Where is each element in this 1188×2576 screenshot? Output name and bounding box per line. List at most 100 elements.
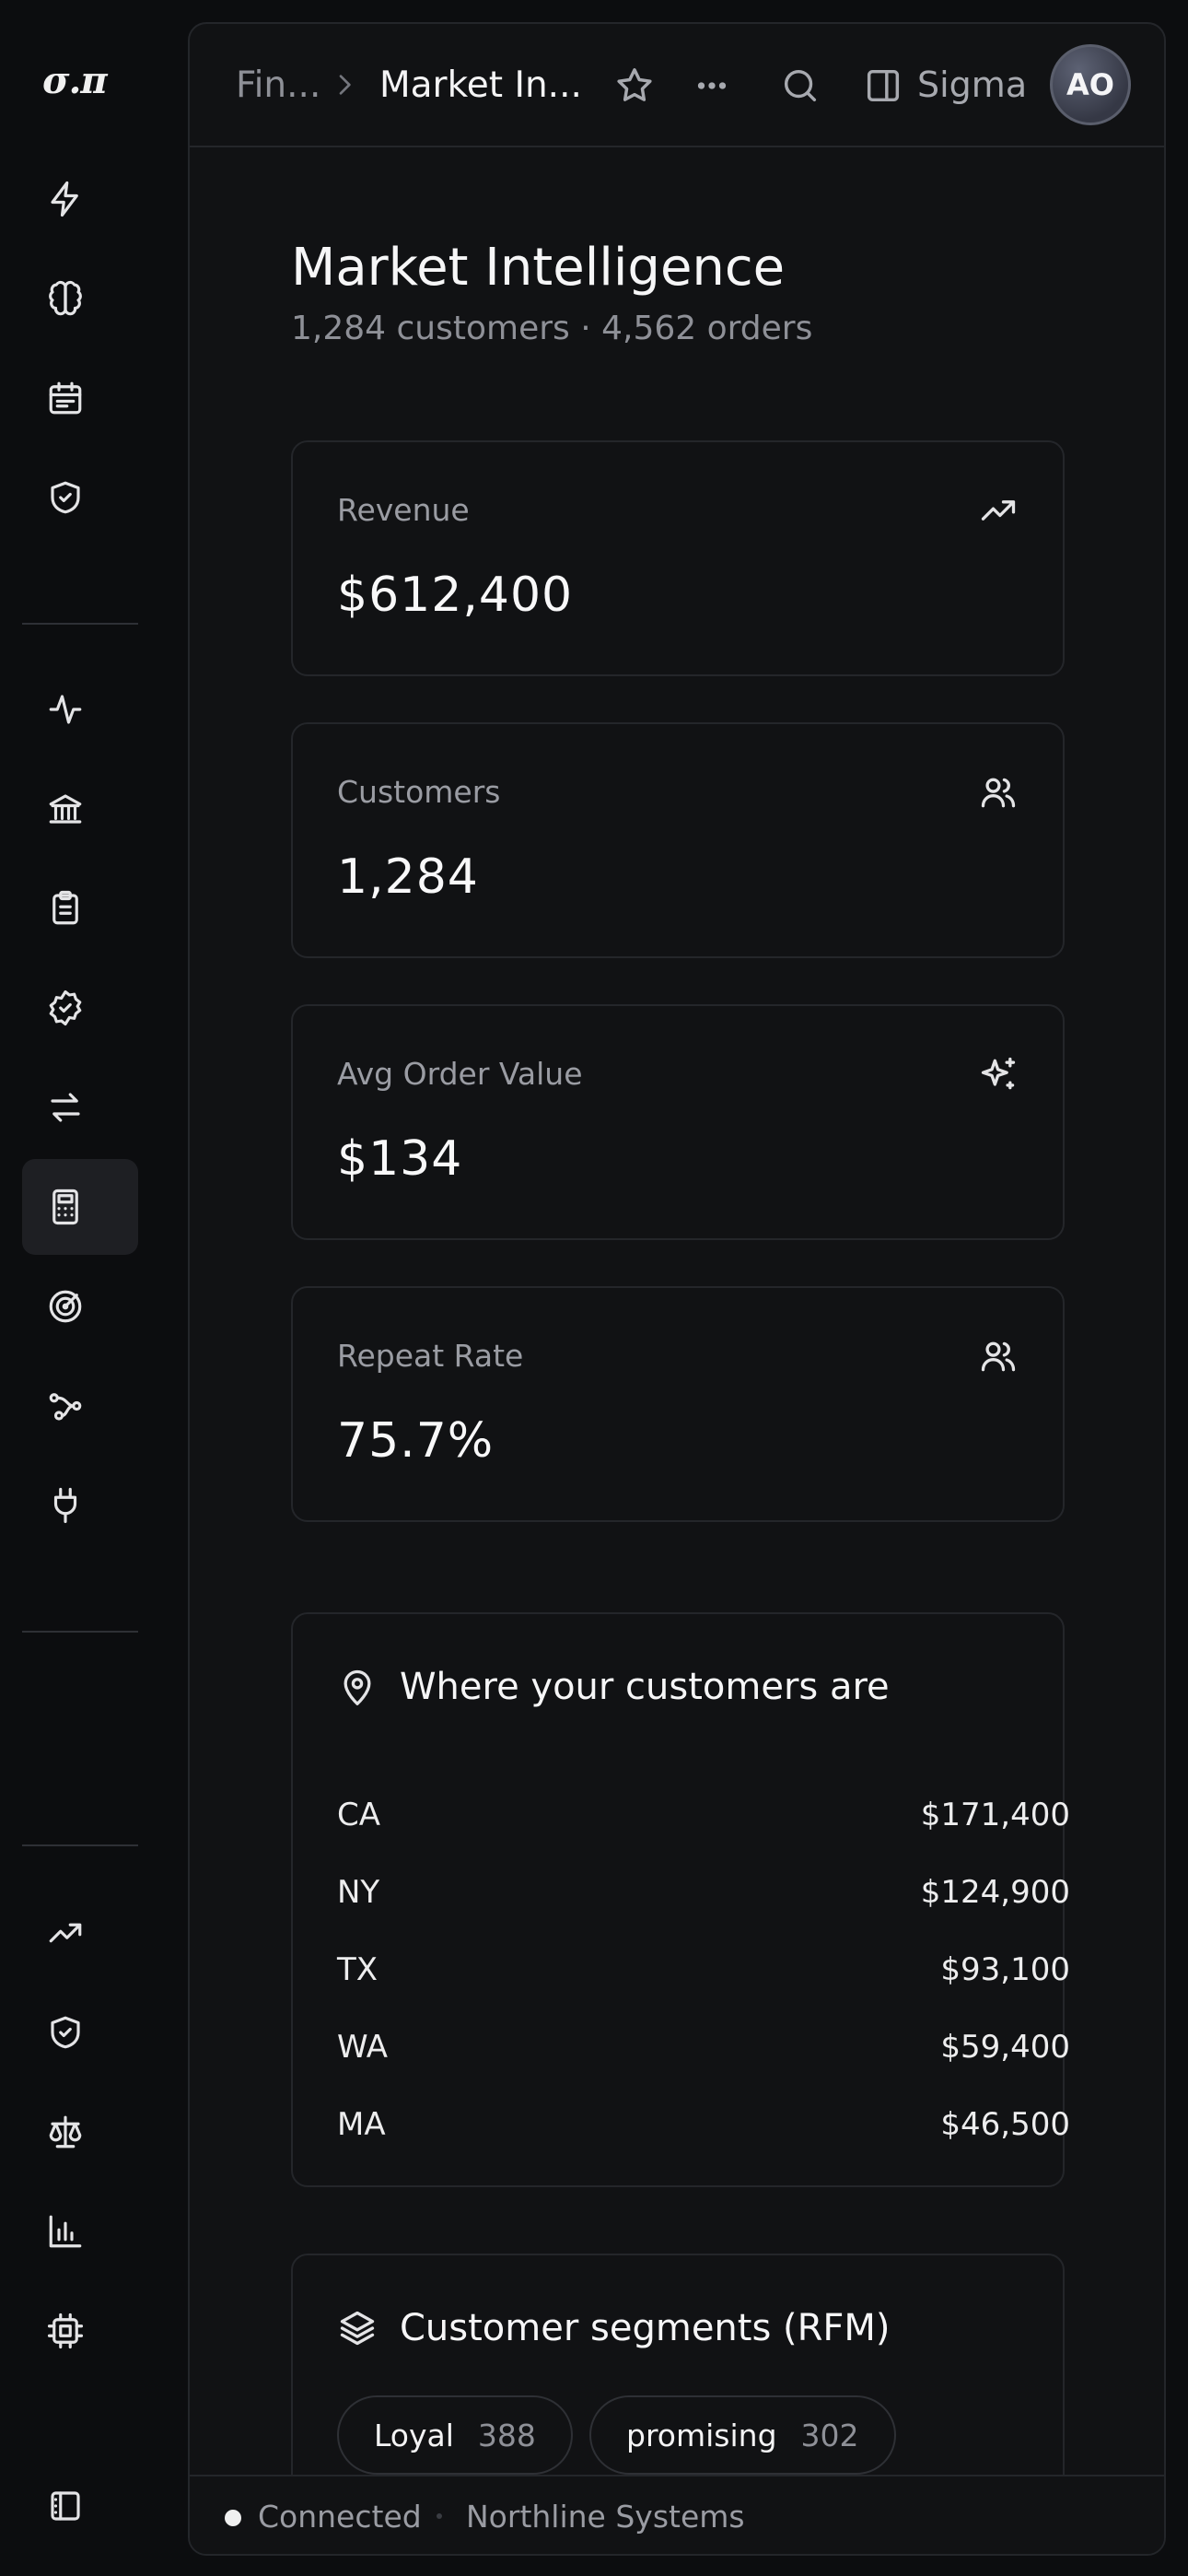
nav-item-shield[interactable]	[22, 450, 138, 545]
status-bar: Connected Northline Systems	[190, 2475, 1164, 2554]
list-item: MA $46,500	[337, 2097, 1070, 2152]
calendar-icon	[49, 381, 82, 415]
kpi-label: Avg Order Value	[337, 1056, 583, 1092]
list-item: WA $59,400	[337, 2020, 1070, 2075]
panel-toggle-button[interactable]	[862, 64, 904, 107]
nav-item-cpu[interactable]	[22, 2283, 138, 2379]
nav-item-transfer[interactable]	[22, 1060, 138, 1155]
sidebar-divider	[22, 1631, 138, 1633]
state-code: WA	[337, 2029, 389, 2066]
segment-count: 388	[477, 2417, 536, 2453]
card-header: Where your customers are	[337, 1666, 890, 1708]
sidebar-toggle-button[interactable]	[22, 2458, 138, 2554]
trending-up-icon	[49, 1923, 82, 1943]
state-code: CA	[337, 1797, 380, 1833]
card-title: Customer segments (RFM)	[400, 2307, 891, 2349]
shield-check-icon	[51, 481, 80, 514]
brain-icon	[49, 280, 82, 316]
chevron-right-icon	[339, 75, 351, 95]
nav-item-workflow[interactable]	[22, 1358, 138, 1454]
bank-icon	[49, 794, 82, 824]
organization-name[interactable]: Northline Systems	[466, 2499, 745, 2535]
workflow-icon	[49, 1393, 82, 1421]
state-revenue: $124,900	[920, 1874, 1070, 1911]
nav-item-trending[interactable]	[22, 1885, 138, 1981]
avatar[interactable]: AO	[1050, 44, 1131, 125]
nav-item-security[interactable]	[22, 1985, 138, 2080]
card-header: Customer segments (RFM)	[337, 2307, 891, 2349]
app-logo[interactable]: σ.π	[42, 59, 108, 102]
kpi-value: $612,400	[337, 568, 574, 623]
list-item: TX $93,100	[337, 1942, 1070, 1997]
state-revenue: $59,400	[940, 2029, 1070, 2066]
list-item: NY $124,900	[337, 1865, 1070, 1920]
segment-chip-promising[interactable]: promising 302	[589, 2395, 896, 2475]
bar-chart-icon	[49, 2215, 82, 2248]
list-item: CA $171,400	[337, 1787, 1070, 1843]
kpi-card-customers: Customers 1,284	[291, 722, 1065, 958]
segment-name: Loyal	[374, 2417, 454, 2453]
cpu-icon	[47, 2313, 84, 2349]
scale-icon	[49, 2115, 82, 2149]
nav-item-plug[interactable]	[22, 1458, 138, 1553]
panel-right-icon	[867, 69, 900, 102]
favorite-button[interactable]	[613, 64, 656, 107]
segment-count: 302	[800, 2417, 859, 2453]
nav-item-calendar[interactable]	[22, 350, 138, 446]
state-code: NY	[337, 1874, 380, 1911]
separator-dot	[437, 2513, 442, 2519]
top-bar: Fin... Market In... Sigma AO	[190, 24, 1164, 147]
more-horizontal-icon	[697, 82, 727, 89]
kpi-value: $134	[337, 1131, 463, 1187]
state-code: TX	[337, 1951, 379, 1988]
kpi-label: Customers	[337, 774, 501, 810]
state-code: MA	[337, 2106, 386, 2143]
kpi-card-repeat-rate: Repeat Rate 75.7%	[291, 1286, 1065, 1522]
target-icon	[49, 1290, 82, 1323]
breadcrumb-parent[interactable]: Fin...	[236, 64, 320, 106]
calculator-icon	[52, 1188, 78, 1225]
workspace-label[interactable]: Sigma	[917, 64, 1027, 105]
users-icon	[978, 772, 1019, 813]
nav-item-barchart[interactable]	[22, 2184, 138, 2279]
search-icon	[784, 69, 817, 102]
trending-up-icon	[978, 490, 1019, 531]
kpi-value: 1,284	[337, 849, 479, 905]
page-title: Market Intelligence	[291, 238, 786, 298]
nav-item-clipboard[interactable]	[22, 861, 138, 956]
kpi-label: Revenue	[337, 492, 470, 528]
bolt-icon	[51, 181, 78, 217]
geo-card: Where your customers are CA $171,400 NY …	[291, 1612, 1070, 2187]
users-icon	[978, 1336, 1019, 1376]
breadcrumb-current: Market In...	[379, 64, 582, 106]
activity-icon	[49, 695, 82, 724]
main-panel: Fin... Market In... Sigma AO Market Inte…	[188, 22, 1166, 2556]
nav-item-bolt[interactable]	[22, 151, 138, 247]
kpi-card-aov: Avg Order Value $134	[291, 1004, 1065, 1240]
sparkles-icon	[978, 1054, 1019, 1095]
connection-status: Connected	[258, 2499, 422, 2535]
nav-item-target[interactable]	[22, 1259, 138, 1354]
nav-item-scale[interactable]	[22, 2084, 138, 2180]
sidebar: σ.π	[0, 0, 186, 2576]
nav-item-calculator[interactable]	[22, 1159, 138, 1255]
segment-name: promising	[626, 2417, 777, 2453]
nav-item-verified[interactable]	[22, 960, 138, 1056]
state-revenue: $46,500	[940, 2106, 1070, 2143]
nav-item-brain[interactable]	[22, 251, 138, 346]
transfer-arrows-icon	[51, 1093, 80, 1122]
connection-status-dot	[225, 2510, 241, 2526]
segment-chip-loyal[interactable]: Loyal 388	[337, 2395, 573, 2475]
shield-check-icon	[51, 2016, 80, 2049]
clipboard-icon	[52, 890, 78, 925]
card-title: Where your customers are	[400, 1666, 890, 1708]
nav-item-activity[interactable]	[22, 662, 138, 757]
kpi-value: 75.7%	[337, 1413, 495, 1469]
nav-item-bank[interactable]	[22, 761, 138, 857]
kpi-label: Repeat Rate	[337, 1338, 524, 1374]
page-subtitle: 1,284 customers · 4,562 orders	[291, 310, 813, 347]
more-button[interactable]	[691, 64, 733, 107]
search-button[interactable]	[779, 64, 821, 107]
layers-icon	[340, 2311, 375, 2346]
kpi-card-revenue: Revenue $612,400	[291, 440, 1065, 676]
